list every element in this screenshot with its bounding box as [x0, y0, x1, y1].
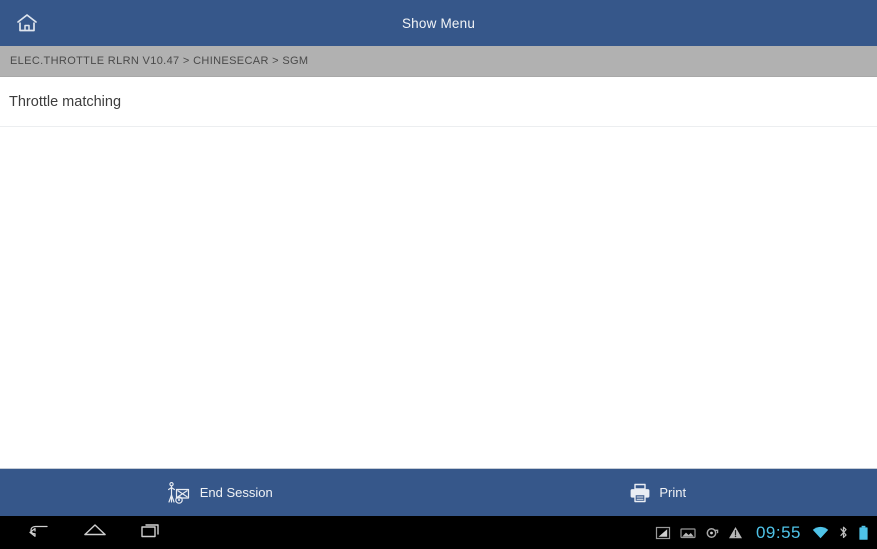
- page-title: Show Menu: [401, 15, 476, 31]
- app-root: Show Menu ELEC.THROTTLE RLRN V10.47 > CH…: [0, 0, 877, 549]
- home-icon: [15, 12, 39, 34]
- print-label: Print: [659, 485, 687, 500]
- android-recents-button[interactable]: [138, 522, 164, 544]
- android-back-button[interactable]: [26, 522, 52, 544]
- end-session-label: End Session: [199, 485, 273, 500]
- android-nav-buttons: [0, 522, 164, 544]
- warning-icon: [728, 525, 743, 540]
- menu-list: Throttle matching: [0, 77, 877, 127]
- sync-icon: [705, 526, 719, 540]
- back-icon: [27, 521, 51, 544]
- bottom-toolbar: End Session Print: [0, 468, 877, 516]
- battery-icon: [858, 525, 869, 541]
- print-button[interactable]: Print: [439, 469, 877, 516]
- printer-icon: [629, 482, 651, 504]
- end-session-icon: [166, 480, 192, 506]
- list-item[interactable]: Throttle matching: [0, 77, 877, 127]
- content-area: Throttle matching: [0, 77, 877, 468]
- home-icon: [82, 521, 108, 544]
- android-home-button[interactable]: [82, 522, 108, 544]
- picture-icon: [680, 525, 696, 541]
- recents-icon: [139, 521, 163, 544]
- android-status-icons: 09:55: [655, 516, 869, 549]
- wifi-icon: [812, 526, 829, 540]
- breadcrumb-text: ELEC.THROTTLE RLRN V10.47 > CHINESECAR >…: [10, 55, 309, 67]
- title-bar: Show Menu: [0, 0, 877, 46]
- bluetooth-icon: [838, 525, 849, 540]
- screenshot-icon: [655, 525, 671, 541]
- breadcrumb: ELEC.THROTTLE RLRN V10.47 > CHINESECAR >…: [0, 46, 877, 77]
- android-system-bar: 09:55: [0, 516, 877, 549]
- status-clock: 09:55: [755, 523, 801, 542]
- end-session-button[interactable]: End Session: [0, 469, 439, 516]
- menu-item-label: Throttle matching: [9, 93, 122, 110]
- home-button[interactable]: [0, 0, 54, 46]
